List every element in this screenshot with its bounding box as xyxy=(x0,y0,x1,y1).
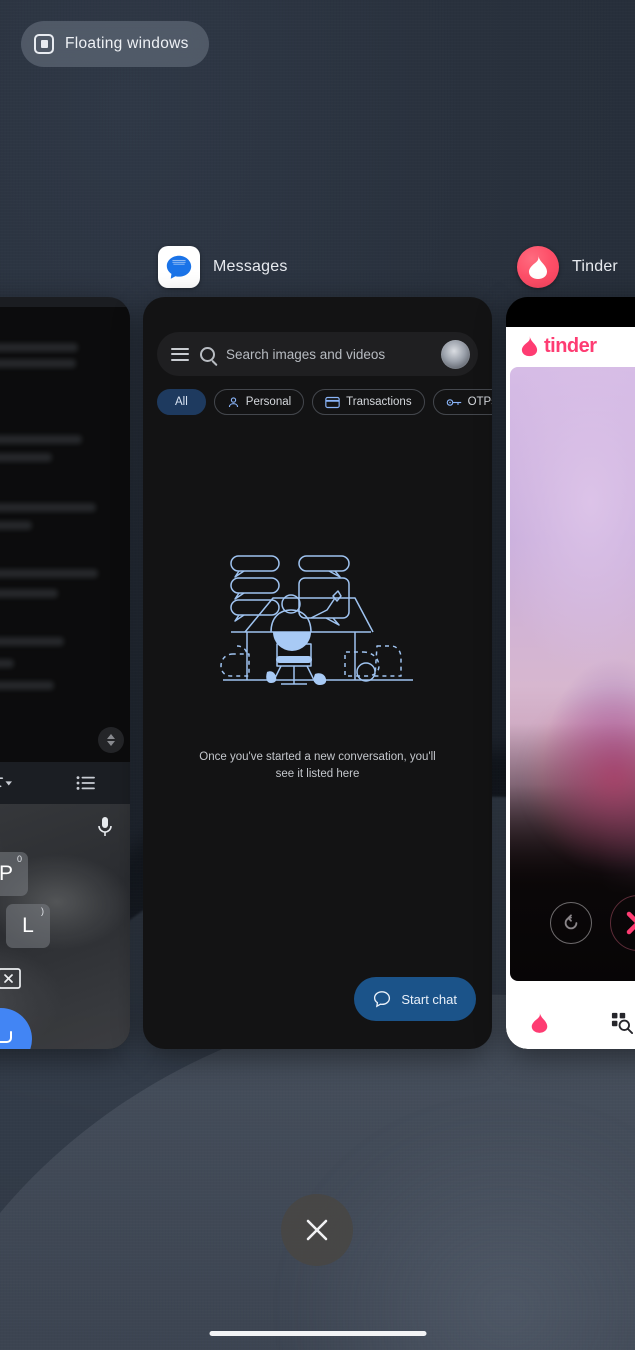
floating-windows-label: Floating windows xyxy=(65,35,189,52)
tinder-action-buttons[interactable] xyxy=(510,895,635,951)
key-L-label: L xyxy=(22,914,34,937)
floating-windows-mode-pill[interactable]: Floating windows xyxy=(21,21,209,67)
nope-button[interactable] xyxy=(610,895,635,951)
start-chat-label: Start chat xyxy=(401,991,457,1007)
tinder-status-area xyxy=(506,297,635,327)
floating-window-icon xyxy=(34,34,54,54)
empty-state-text: Once you've started a new conversation, … xyxy=(199,751,436,780)
text-align-dropdown-icon[interactable] xyxy=(0,775,43,791)
task-header-tinder[interactable]: Tinder xyxy=(517,246,618,288)
messages-empty-state: Once you've started a new conversation, … xyxy=(143,552,492,782)
tinder-bottom-nav[interactable] xyxy=(506,1001,635,1049)
tinder-brand-bar: tinder xyxy=(506,327,635,365)
task-window-messages[interactable]: Search images and videos All Personal Tr… xyxy=(143,297,492,1049)
chip-personal-label: Personal xyxy=(245,396,292,408)
microphone-icon[interactable] xyxy=(97,816,113,843)
chat-bubble-icon xyxy=(374,991,391,1008)
key-P-label: P xyxy=(0,862,13,885)
task-window-notes[interactable]: t... 7 U 8 I 9 O 0 P xyxy=(0,297,130,1049)
chip-personal[interactable]: Personal xyxy=(213,389,305,415)
nav-explore[interactable] xyxy=(611,1012,633,1039)
close-all-button[interactable] xyxy=(281,1194,353,1266)
chip-transactions-label: Transactions xyxy=(346,396,412,408)
tinder-profile-card[interactable]: Skinca xyxy=(510,367,635,981)
x-icon xyxy=(626,911,635,935)
task-title-tinder: Tinder xyxy=(572,258,618,275)
chip-transactions[interactable]: Transactions xyxy=(312,389,425,415)
notes-document-body[interactable] xyxy=(0,307,130,762)
explore-grid-icon xyxy=(611,1012,633,1034)
tinder-app-icon xyxy=(517,246,559,288)
chip-otps[interactable]: OTPs xyxy=(432,389,492,415)
hamburger-menu-icon[interactable] xyxy=(171,347,189,361)
key-L[interactable]: ) L xyxy=(6,904,50,948)
nav-flame[interactable] xyxy=(530,1011,549,1039)
task-window-tinder[interactable]: tinder Skinca xyxy=(506,297,635,1049)
tinder-wordmark: tinder xyxy=(544,334,597,357)
chip-all-label: All xyxy=(175,396,188,408)
flame-icon xyxy=(521,335,538,357)
bullet-list-icon[interactable] xyxy=(43,775,130,791)
task-header-messages[interactable]: Messages xyxy=(158,246,288,288)
key-P-number: 0 xyxy=(16,854,22,864)
rewind-icon xyxy=(564,914,578,930)
home-gesture-pill[interactable] xyxy=(209,1331,426,1336)
flame-icon xyxy=(531,1012,548,1033)
search-input[interactable]: Search images and videos xyxy=(226,347,430,362)
close-icon xyxy=(306,1219,328,1241)
chip-all[interactable]: All xyxy=(157,389,206,415)
notes-format-toolbar[interactable] xyxy=(0,762,130,804)
person-icon xyxy=(228,396,238,407)
key-enter[interactable] xyxy=(0,1008,32,1049)
scroll-thumb[interactable] xyxy=(98,727,124,753)
key-icon xyxy=(446,398,461,406)
on-screen-keyboard[interactable]: t... 7 U 8 I 9 O 0 P xyxy=(0,804,130,1049)
key-L-number: ) xyxy=(41,906,44,916)
chip-otps-label: OTPs xyxy=(467,396,492,408)
task-title-messages: Messages xyxy=(213,258,288,275)
messages-filter-chips[interactable]: All Personal Transactions OTP xyxy=(157,389,492,415)
messages-app-icon xyxy=(158,246,200,288)
messages-search-bar[interactable]: Search images and videos xyxy=(157,332,478,376)
avatar[interactable] xyxy=(441,339,470,369)
empty-state-illustration xyxy=(220,555,413,685)
start-chat-button[interactable]: Start chat xyxy=(354,977,476,1021)
rewind-button[interactable] xyxy=(550,902,592,944)
key-P[interactable]: 0 P xyxy=(0,852,28,896)
backspace-icon[interactable] xyxy=(0,956,28,1000)
search-icon xyxy=(200,346,215,362)
card-glow xyxy=(522,686,635,871)
card-icon xyxy=(325,396,340,408)
